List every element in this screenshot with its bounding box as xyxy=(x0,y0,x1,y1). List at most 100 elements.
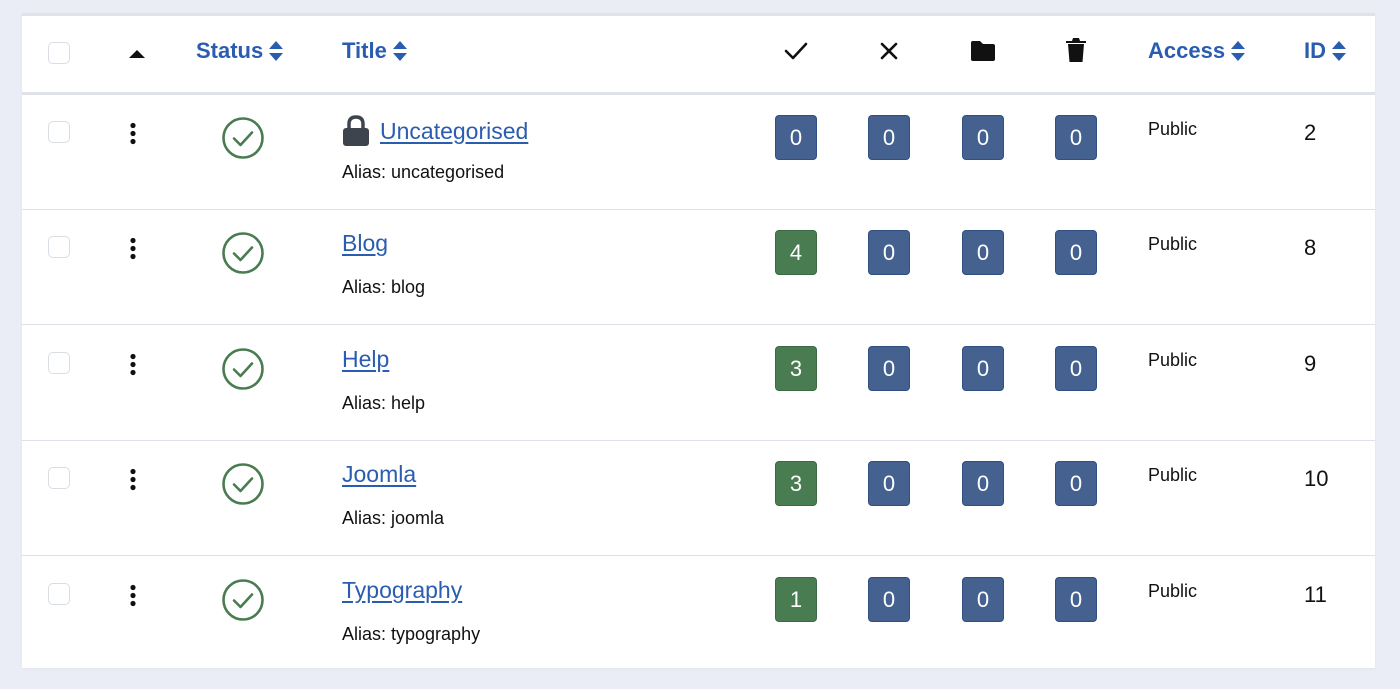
row-actions-button[interactable] xyxy=(128,353,138,377)
category-alias: Alias: uncategorised xyxy=(342,162,505,182)
category-alias: Alias: joomla xyxy=(342,508,445,528)
published-check-circle-icon xyxy=(222,348,264,390)
table-row: Uncategorised Alias: uncategorised 0 0 0… xyxy=(22,95,1375,210)
ellipsis-vertical-icon xyxy=(130,353,136,376)
row-checkbox[interactable] xyxy=(48,121,70,143)
trashed-items-badge[interactable]: 0 xyxy=(1055,115,1097,160)
archived-count-header xyxy=(968,36,998,66)
trashed-count-header xyxy=(1061,35,1091,65)
archived-items-badge[interactable]: 0 xyxy=(962,577,1004,622)
table-row: Blog Alias: blog 4 0 0 0 Public 8 xyxy=(22,210,1375,325)
unpublished-items-badge[interactable]: 0 xyxy=(868,346,910,391)
unpublished-items-badge[interactable]: 0 xyxy=(868,115,910,160)
archived-items-badge[interactable]: 0 xyxy=(962,346,1004,391)
title-cell: Help xyxy=(342,346,389,373)
published-items-badge[interactable]: 3 xyxy=(775,346,817,391)
published-check-circle-icon xyxy=(222,463,264,505)
access-level: Public xyxy=(1148,119,1198,139)
sort-access-button[interactable]: Access xyxy=(1148,38,1246,64)
row-actions-button[interactable] xyxy=(128,584,138,608)
published-items-badge[interactable]: 4 xyxy=(775,230,817,275)
access-level: Public xyxy=(1148,234,1198,254)
status-toggle-button[interactable] xyxy=(221,116,265,165)
row-checkbox[interactable] xyxy=(48,583,70,605)
ellipsis-vertical-icon xyxy=(130,584,136,607)
times-icon xyxy=(880,42,898,60)
table-row: Help Alias: help 3 0 0 0 Public 9 xyxy=(22,326,1375,441)
unpublished-items-badge[interactable]: 0 xyxy=(868,577,910,622)
status-toggle-button[interactable] xyxy=(221,347,265,396)
published-items-badge[interactable]: 3 xyxy=(775,461,817,506)
title-cell: Uncategorised xyxy=(342,115,528,147)
title-cell: Joomla xyxy=(342,461,416,488)
table-header: Status Title Access ID xyxy=(22,16,1375,95)
archived-items-badge[interactable]: 0 xyxy=(962,230,1004,275)
trashed-items-badge[interactable]: 0 xyxy=(1055,577,1097,622)
category-id: 8 xyxy=(1304,235,1317,260)
category-title-link[interactable]: Help xyxy=(342,346,389,373)
sort-id-button[interactable]: ID xyxy=(1304,38,1347,64)
access-level: Public xyxy=(1148,465,1198,485)
trashed-items-badge[interactable]: 0 xyxy=(1055,461,1097,506)
published-count-header xyxy=(781,36,811,66)
sort-status-button[interactable]: Status xyxy=(196,38,284,64)
sort-icon xyxy=(1231,41,1246,61)
ordering-sort-button[interactable] xyxy=(128,46,146,64)
published-check-circle-icon xyxy=(222,232,264,274)
ellipsis-vertical-icon xyxy=(130,468,136,491)
category-title-link[interactable]: Blog xyxy=(342,230,388,257)
category-id: 10 xyxy=(1304,466,1329,491)
category-id: 9 xyxy=(1304,351,1317,376)
lock-icon xyxy=(343,115,369,146)
id-header-label: ID xyxy=(1304,38,1326,63)
category-title-link[interactable]: Joomla xyxy=(342,461,416,488)
sort-title-button[interactable]: Title xyxy=(342,38,408,64)
row-checkbox[interactable] xyxy=(48,236,70,258)
access-level: Public xyxy=(1148,581,1198,601)
published-items-badge[interactable]: 0 xyxy=(775,115,817,160)
row-actions-button[interactable] xyxy=(128,122,138,146)
status-toggle-button[interactable] xyxy=(221,231,265,280)
access-header-label: Access xyxy=(1148,38,1226,63)
sort-icon xyxy=(269,41,284,61)
published-check-circle-icon xyxy=(222,117,264,159)
caret-up-icon xyxy=(129,50,145,58)
row-actions-button[interactable] xyxy=(128,237,138,261)
archived-items-badge[interactable]: 0 xyxy=(962,115,1004,160)
category-id: 2 xyxy=(1304,120,1317,145)
sort-icon xyxy=(1332,41,1346,61)
table-row: Joomla Alias: joomla 3 0 0 0 Public 10 xyxy=(22,441,1375,556)
category-title-link[interactable]: Typography xyxy=(342,577,462,604)
categories-table: Status Title Access ID Uncategorised Ali… xyxy=(22,13,1375,668)
ellipsis-vertical-icon xyxy=(130,122,136,145)
row-checkbox[interactable] xyxy=(48,352,70,374)
category-id: 11 xyxy=(1304,582,1327,607)
status-toggle-button[interactable] xyxy=(221,462,265,511)
category-title-link[interactable]: Uncategorised xyxy=(380,118,528,145)
status-header-label: Status xyxy=(196,38,264,63)
category-alias: Alias: help xyxy=(342,393,426,413)
table-row: Typography Alias: typography 1 0 0 0 Pub… xyxy=(22,557,1375,672)
select-all-checkbox[interactable] xyxy=(48,42,70,64)
published-items-badge[interactable]: 1 xyxy=(775,577,817,622)
sort-icon xyxy=(392,41,407,61)
trash-icon xyxy=(1066,38,1086,62)
row-actions-button[interactable] xyxy=(128,468,138,492)
unpublished-items-badge[interactable]: 0 xyxy=(868,230,910,275)
trashed-items-badge[interactable]: 0 xyxy=(1055,346,1097,391)
published-check-circle-icon xyxy=(222,579,264,621)
status-toggle-button[interactable] xyxy=(221,578,265,627)
trashed-items-badge[interactable]: 0 xyxy=(1055,230,1097,275)
check-icon xyxy=(784,42,808,60)
unpublished-items-badge[interactable]: 0 xyxy=(868,461,910,506)
folder-icon xyxy=(971,41,995,61)
row-checkbox[interactable] xyxy=(48,467,70,489)
archived-items-badge[interactable]: 0 xyxy=(962,461,1004,506)
title-header-label: Title xyxy=(342,38,387,63)
ellipsis-vertical-icon xyxy=(130,237,136,260)
title-cell: Blog xyxy=(342,230,388,257)
checked-out-lock[interactable] xyxy=(342,115,370,147)
category-alias: Alias: typography xyxy=(342,624,481,644)
title-cell: Typography xyxy=(342,577,462,604)
category-alias: Alias: blog xyxy=(342,277,426,297)
